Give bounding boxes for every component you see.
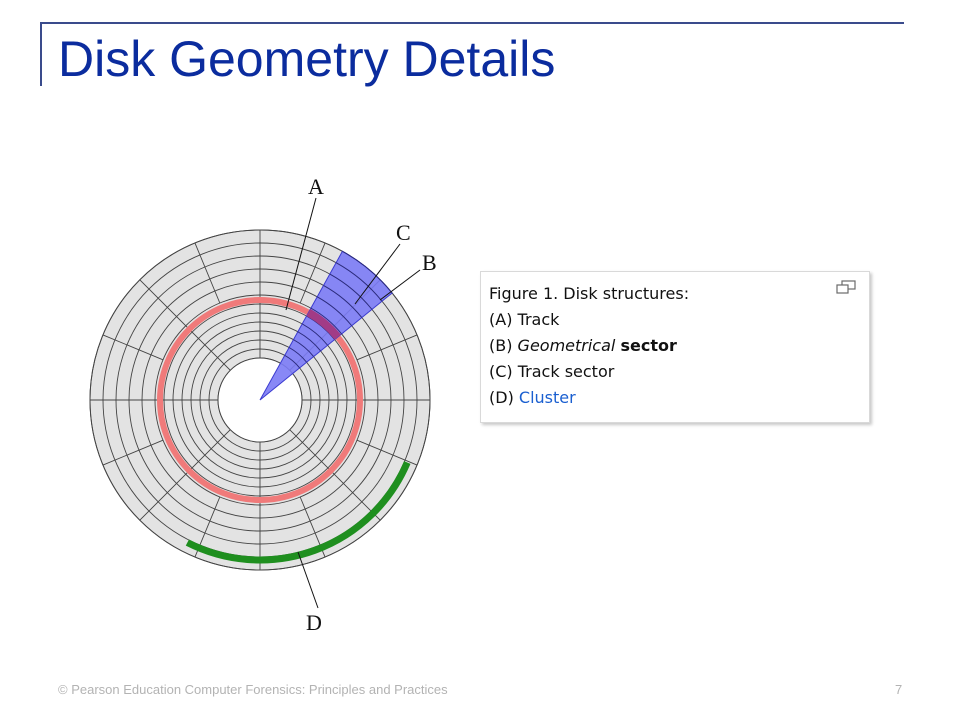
caption-item-a: (A) Track [489,310,559,329]
figure-caption: Figure 1. Disk structures: (A) Track (B)… [480,271,870,423]
label-c: C [396,220,411,245]
caption-a-prefix: (A) [489,310,518,329]
footer: © Pearson Education Computer Forensics: … [58,682,448,697]
cluster-link[interactable]: Cluster [519,388,576,407]
caption-d-prefix: (D) [489,388,519,407]
caption-c-prefix: (C) [489,362,518,381]
label-d: D [306,610,322,635]
caption-heading: Figure 1. Disk structures: [489,284,690,303]
disk-diagram: A C B D [89,174,437,635]
caption-a-text: Track [517,310,560,329]
left-rule [40,22,42,86]
label-a: A [308,174,324,199]
leader-b [379,269,421,301]
slide: Disk Geometry Details A C B D Figure 1. … [0,0,960,720]
slide-title: Disk Geometry Details [58,31,556,87]
caption-item-d: (D) Cluster [489,388,576,407]
caption-c-text: Track sector [517,362,615,381]
page-number: 7 [895,682,903,697]
caption-item-c: (C) Track sector [489,362,614,381]
caption-b-prefix: (B) [489,336,518,355]
caption-item-b: (B) Geometrical sector [489,336,677,355]
enlarge-icon[interactable] [835,280,857,294]
caption-b-em: Geometrical [517,336,616,355]
caption-b-strong: sector [620,336,677,355]
top-rule [40,22,904,24]
disk-geometry [89,229,431,571]
label-b: B [422,250,437,275]
